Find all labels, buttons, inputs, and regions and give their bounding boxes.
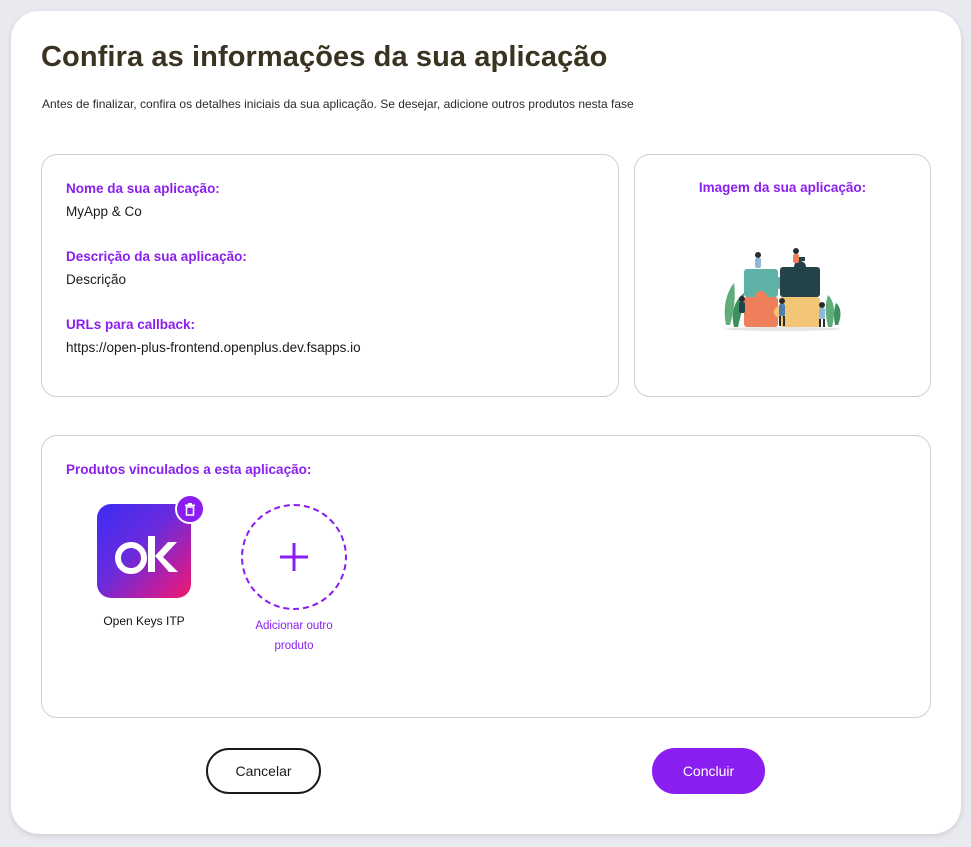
open-keys-logo-icon <box>115 536 178 574</box>
confirm-button[interactable]: Concluir <box>652 748 765 794</box>
review-card: Confira as informações da sua aplicação … <box>11 11 961 834</box>
add-product-label[interactable]: Adicionar outro produto <box>244 616 344 656</box>
app-description-value: Descrição <box>66 272 127 287</box>
trash-icon <box>185 502 195 516</box>
app-info-panel: Nome da sua aplicação: MyApp & Co Descri… <box>41 154 619 397</box>
app-name-value: MyApp & Co <box>66 204 142 219</box>
callback-urls-value: https://open-plus-frontend.openplus.dev.… <box>66 340 361 355</box>
app-image-label: Imagem da sua aplicação: <box>698 180 867 195</box>
page-title: Confira as informações da sua aplicação <box>41 41 608 73</box>
app-image-panel: Imagem da sua aplicação: <box>634 154 931 397</box>
cancel-button[interactable]: Cancelar <box>206 748 321 794</box>
page-subtitle: Antes de finalizar, confira os detalhes … <box>42 97 634 111</box>
puzzle-team-illustration <box>724 248 841 331</box>
product-logo-open-keys-itp[interactable] <box>97 504 191 598</box>
product-name: Open Keys ITP <box>103 614 185 628</box>
linked-products-panel: Produtos vinculados a esta aplicação: Op… <box>41 435 931 718</box>
linked-products-label: Produtos vinculados a esta aplicação: <box>66 462 312 477</box>
add-product-button[interactable] <box>241 504 347 610</box>
callback-urls-label: URLs para callback: <box>66 317 196 332</box>
plus-icon <box>280 543 308 571</box>
delete-product-button[interactable] <box>175 494 205 524</box>
app-name-label: Nome da sua aplicação: <box>66 181 220 196</box>
app-description-label: Descrição da sua aplicação: <box>66 249 247 264</box>
